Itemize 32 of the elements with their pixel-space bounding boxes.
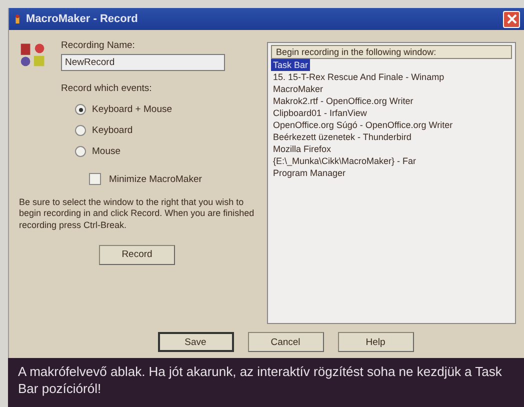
listbox-header: Begin recording in the following window:: [271, 45, 512, 59]
list-item[interactable]: Beérkezett üzenetek - Thunderbird: [271, 131, 414, 143]
checkbox-label[interactable]: Minimize MacroMaker: [109, 174, 202, 184]
radio-button[interactable]: [75, 125, 86, 136]
window-title: MacroMaker - Record: [26, 13, 139, 25]
radio-label[interactable]: Keyboard: [92, 125, 133, 136]
checkbox[interactable]: [89, 173, 101, 185]
list-item[interactable]: Mozilla Firefox: [271, 143, 334, 155]
list-item[interactable]: Clipboard01 - IrfanView: [271, 107, 369, 119]
name-input-field[interactable]: NewRecord: [61, 54, 225, 71]
record-button[interactable]: Record: [99, 244, 175, 265]
list-item[interactable]: Program Manager: [271, 167, 348, 179]
dialog-button[interactable]: Help: [338, 332, 414, 352]
list-item[interactable]: MacroMaker: [271, 83, 326, 95]
radio-label[interactable]: Keyboard + Mouse: [92, 104, 172, 115]
instructions-text: Be sure to select the window to the right that you wish to begin recording in and click Record. When you are finished recording press Ctrl-Break.: [19, 197, 256, 231]
dialog-button[interactable]: Save: [158, 332, 234, 352]
close-icon: [506, 14, 516, 24]
list-item[interactable]: Makrok2.rtf - OpenOffice.org Writer: [271, 95, 416, 107]
radio-button[interactable]: [75, 146, 86, 157]
group-label: Record which events:: [61, 83, 153, 94]
list-item[interactable]: OpenOffice.org Súgó - OpenOffice.org Writer: [271, 119, 455, 131]
list-item[interactable]: Task Bar: [271, 59, 310, 71]
dialog-button[interactable]: Cancel: [248, 332, 324, 352]
list-item[interactable]: {E:\_Munka\Cikk\MacroMaker} - Far: [271, 155, 418, 167]
radio-button[interactable]: [75, 104, 86, 115]
radio-label[interactable]: Mouse: [92, 146, 121, 157]
field-label: Recording Name:: [61, 40, 136, 51]
list-item[interactable]: 15. 15-T-Rex Rescue And Finale - Winamp: [271, 71, 446, 83]
close-button[interactable]: [503, 10, 520, 28]
app-icon: [13, 13, 22, 25]
caption-text: A makrófelvevő ablak. Ha jót akarunk, az interaktív rögzítést soha ne kezdjük a Task Bar pozícióról!: [18, 364, 503, 398]
